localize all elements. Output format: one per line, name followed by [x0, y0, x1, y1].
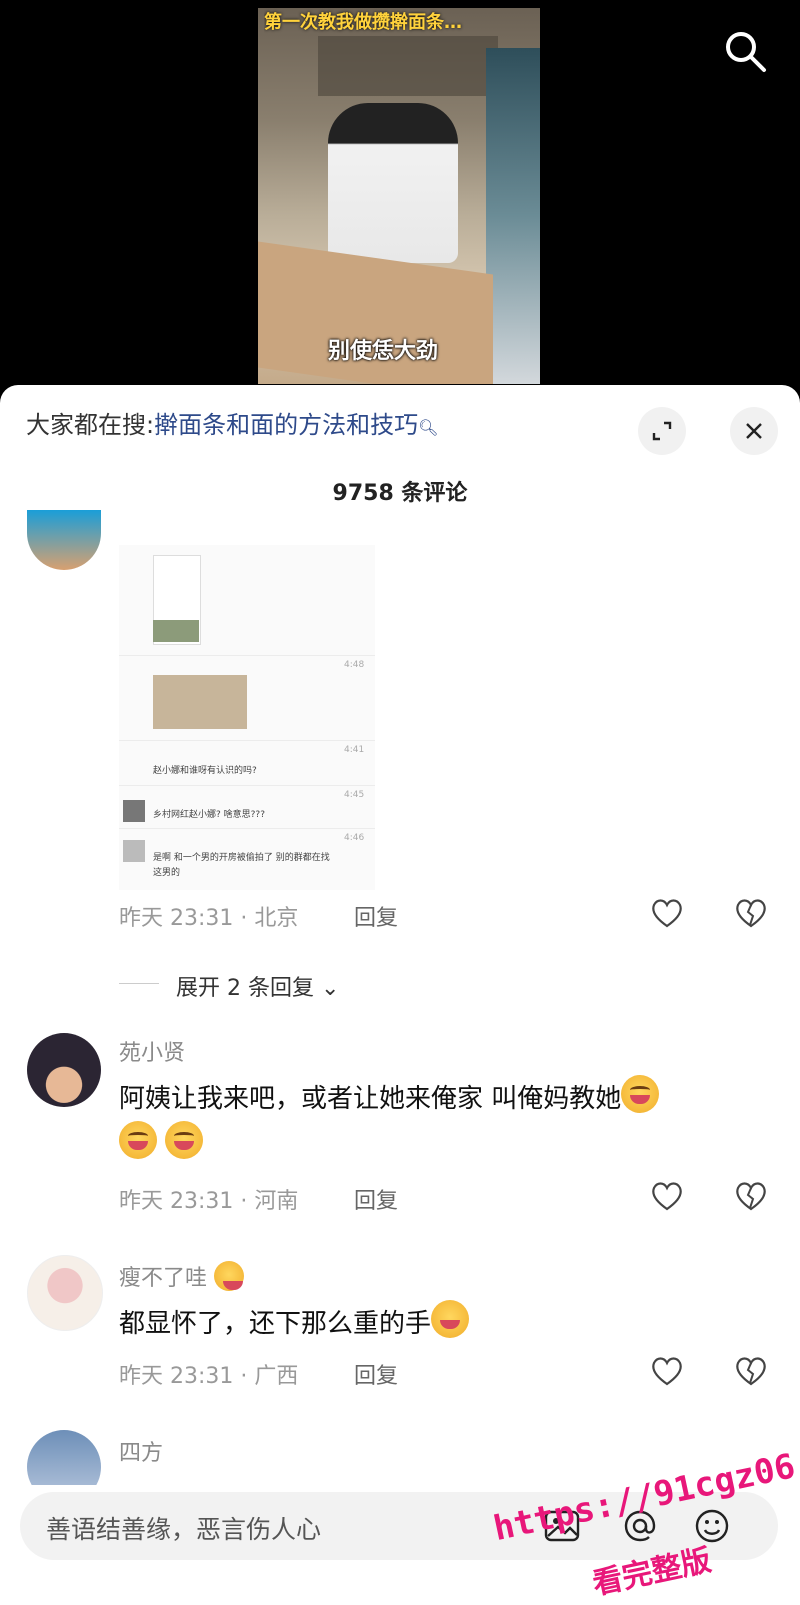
emoji-icon [119, 1121, 157, 1159]
emoji-icon [621, 1075, 660, 1113]
expand-icon[interactable] [638, 407, 686, 455]
comment-sheet: 大家都在搜:擀面条和面的方法和技巧🔍︎ 9758 条评论 4:48 4:41 赵… [0, 385, 800, 1605]
search-small-icon: 🔍︎ [418, 418, 439, 437]
comment-input-placeholder: 善语结善缘，恶言伤人心 [46, 1515, 322, 1544]
expand-replies-button[interactable]: 展开 2 条回复 ⌄ [176, 970, 339, 1002]
reply-button[interactable]: 回复 [354, 1183, 398, 1215]
comment-text: 阿姨让我来吧，或者让她来俺家 叫俺妈教她 [119, 1075, 779, 1167]
emoji-icon [431, 1300, 470, 1338]
reply-button[interactable]: 回复 [354, 900, 398, 932]
avatar[interactable] [27, 1255, 103, 1331]
like-icon[interactable] [650, 1180, 684, 1212]
username[interactable]: 四方 [119, 1435, 163, 1467]
divider [119, 983, 159, 984]
search-suggestion[interactable]: 大家都在搜:擀面条和面的方法和技巧🔍︎ [26, 405, 438, 440]
comment-text: 都显怀了，还下那么重的手 [119, 1300, 779, 1346]
video-frame[interactable]: 第一次教我做攒擀面条… 别使恁大劲 [258, 8, 540, 384]
cook-figure [328, 103, 458, 263]
bystander-figure [486, 48, 540, 384]
comment-time: 昨天 23:31 · 北京 [119, 906, 299, 931]
screenshot-text: 是啊 和一个男的开房被偷拍了 别的群都在找 [153, 853, 330, 863]
username[interactable]: 苑小贤 [119, 1035, 185, 1067]
screenshot-text: 这男的 [153, 868, 181, 878]
video-player[interactable]: 第一次教我做攒擀面条… 别使恁大劲 [0, 0, 800, 395]
dislike-icon[interactable] [734, 1180, 768, 1212]
reply-button[interactable]: 回复 [354, 1358, 398, 1390]
avatar[interactable] [27, 1033, 101, 1107]
avatar[interactable] [27, 510, 101, 570]
username[interactable]: 瘦不了哇 [119, 1260, 245, 1292]
dislike-icon[interactable] [734, 1355, 768, 1387]
chevron-down-icon: ⌄ [320, 976, 340, 1001]
search-icon[interactable] [722, 28, 768, 74]
video-subtitle: 别使恁大劲 [328, 339, 439, 364]
like-icon[interactable] [650, 897, 684, 929]
search-suggestion-query[interactable]: 擀面条和面的方法和技巧 [154, 411, 418, 439]
kitchen-background [318, 36, 498, 96]
dislike-icon[interactable] [734, 897, 768, 929]
screenshot-text: 赵小娜和谁呀有认识的吗? [153, 766, 257, 776]
emoji-icon [165, 1121, 204, 1159]
smile-emoji-icon [214, 1261, 245, 1291]
comment-image[interactable]: 4:48 4:41 赵小娜和谁呀有认识的吗? 4:45 乡村网红赵小娜? 啥意思… [119, 545, 375, 890]
search-suggestion-label: 大家都在搜: [26, 411, 155, 439]
comment-time: 昨天 23:31 · 河南 [119, 1189, 299, 1214]
close-icon[interactable] [730, 407, 778, 455]
video-title: 第一次教我做攒擀面条… [264, 12, 462, 33]
like-icon[interactable] [650, 1355, 684, 1387]
comment-time: 昨天 23:31 · 广西 [119, 1364, 299, 1389]
comment-count: 9758 条评论 [332, 481, 468, 506]
screenshot-text: 乡村网红赵小娜? 啥意思??? [153, 810, 265, 820]
